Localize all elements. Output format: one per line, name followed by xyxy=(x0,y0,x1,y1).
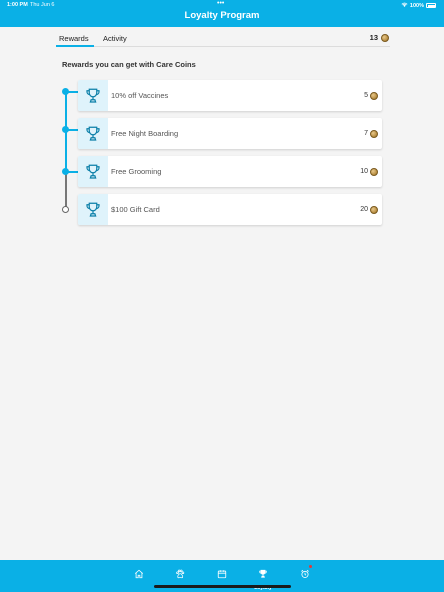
reward-label: 10% off Vaccines xyxy=(111,91,169,100)
reward-card[interactable]: Free Grooming 10 xyxy=(78,156,382,187)
reward-cost-value: 20 xyxy=(360,206,368,213)
alarm-clock-icon xyxy=(300,566,310,584)
reward-cost: 10 xyxy=(360,167,378,176)
coin-balance: 13 xyxy=(370,33,389,42)
app-header: 1:00 PM Thu Jun 6 ••• 100% Loyalty Progr… xyxy=(0,0,444,27)
coin-icon xyxy=(370,205,378,214)
nav-appointments[interactable] xyxy=(210,566,234,586)
page-title: Loyalty Program xyxy=(184,10,260,21)
calendar-icon xyxy=(217,566,227,584)
nav-pets[interactable] xyxy=(168,566,192,586)
nav-loyalty[interactable]: Loyalty xyxy=(251,566,275,591)
trophy-icon xyxy=(78,194,108,225)
status-indicators: 100% xyxy=(401,2,436,9)
nav-reminders[interactable] xyxy=(293,565,317,586)
status-date: Thu Jun 6 xyxy=(30,2,55,8)
reward-card[interactable]: Free Night Boarding 7 xyxy=(78,118,382,149)
reward-card[interactable]: 10% off Vaccines 5 xyxy=(78,80,382,111)
tab-rewards[interactable]: Rewards xyxy=(59,34,89,43)
nav-home[interactable] xyxy=(127,566,151,586)
wifi-icon xyxy=(401,2,408,9)
home-icon xyxy=(134,566,144,584)
timeline-dot-end xyxy=(62,206,69,213)
tab-bar: Rewards Activity 13 xyxy=(56,30,390,47)
notification-badge xyxy=(309,565,312,568)
status-time: 1:00 PM xyxy=(7,2,28,8)
reward-cost: 20 xyxy=(360,205,378,214)
coin-icon xyxy=(381,33,389,42)
multitask-dots[interactable]: ••• xyxy=(217,0,224,7)
timeline-line-final xyxy=(64,171,67,209)
reward-label: Free Grooming xyxy=(111,167,162,176)
active-tab-indicator xyxy=(56,45,94,47)
home-indicator xyxy=(154,585,291,588)
timeline-branch xyxy=(66,91,78,93)
trophy-icon xyxy=(78,80,108,111)
reward-cost-value: 5 xyxy=(364,92,368,99)
section-title: Rewards you can get with Care Coins xyxy=(62,60,196,69)
reward-cost-value: 10 xyxy=(360,168,368,175)
timeline-branch xyxy=(66,171,78,173)
reward-cost-value: 7 xyxy=(364,130,368,137)
reward-cost: 7 xyxy=(364,129,378,138)
coin-balance-value: 13 xyxy=(369,33,378,42)
reward-cost: 5 xyxy=(364,91,378,100)
coin-icon xyxy=(370,91,378,100)
reward-label: Free Night Boarding xyxy=(111,129,179,138)
battery-percent: 100% xyxy=(409,2,424,9)
timeline-branch xyxy=(66,129,78,131)
battery-icon xyxy=(426,3,436,8)
reward-card[interactable]: $100 Gift Card 20 xyxy=(78,194,382,225)
trophy-icon xyxy=(78,118,108,149)
paw-icon xyxy=(175,566,185,584)
trophy-icon xyxy=(78,156,108,187)
reward-label: $100 Gift Card xyxy=(111,205,160,214)
trophy-icon xyxy=(258,566,268,584)
coin-icon xyxy=(370,167,378,176)
tab-activity[interactable]: Activity xyxy=(103,34,127,43)
coin-icon xyxy=(370,129,378,138)
